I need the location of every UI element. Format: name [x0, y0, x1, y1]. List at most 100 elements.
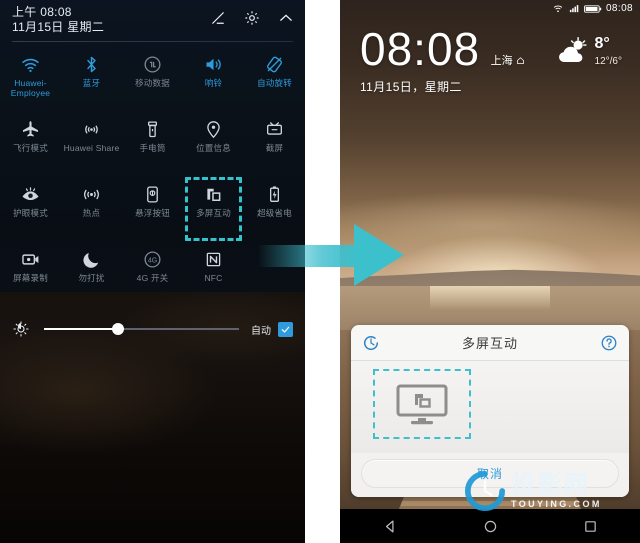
tile-label: 飞行模式	[13, 143, 48, 153]
tile-eye-comfort[interactable]: 护眼模式	[0, 178, 61, 231]
home-city-icon	[516, 57, 524, 64]
tile-mirrorshare[interactable]: 多屏互动	[183, 177, 244, 241]
lockscreen-time: 08:08	[360, 23, 481, 75]
ringer-icon	[206, 58, 221, 71]
tile-label: 手电筒	[139, 143, 166, 153]
tile-row: Huawei-Employee 蓝牙 移动数据 响铃 自动旋转	[0, 48, 305, 101]
tile-wifi[interactable]: Huawei-Employee	[0, 48, 61, 101]
nav-home-icon[interactable]	[482, 518, 499, 535]
device-slot[interactable]	[373, 369, 471, 439]
tile-screen-record[interactable]: 屏幕录制	[0, 243, 61, 296]
tile-auto-rotate[interactable]: 自动旋转	[244, 48, 305, 101]
city-name: 上海	[490, 55, 513, 67]
tile-nfc[interactable]: NFC	[183, 243, 244, 296]
mirrorshare-icon	[207, 188, 221, 202]
status-bar: 08:08	[340, 0, 640, 17]
tile-label: 4G 开关	[136, 273, 169, 283]
weather-temperature: 8°	[594, 35, 610, 52]
watermark-cn: 投影网	[511, 471, 590, 499]
tile-floating-dock[interactable]: 悬浮按钮	[122, 178, 183, 231]
tile-label: 移动数据	[135, 78, 170, 88]
auto-brightness-checkbox[interactable]	[278, 321, 293, 337]
flashlight-icon	[147, 121, 158, 138]
tile-label: 护眼模式	[13, 208, 48, 218]
chevron-up-icon[interactable]	[277, 9, 295, 27]
tile-hotspot[interactable]: 热点	[61, 178, 122, 231]
tile-label: 截屏	[265, 143, 284, 153]
help-question-icon[interactable]	[600, 334, 618, 352]
tile-label: Huawei Share	[63, 143, 120, 153]
status-time: 08:08	[605, 3, 633, 14]
refresh-scan-icon[interactable]	[362, 334, 380, 352]
svg-text:4G: 4G	[148, 257, 157, 264]
do-not-disturb-icon	[83, 253, 99, 268]
tile-4g-switch[interactable]: 4G 4G 开关	[122, 243, 183, 296]
slider-fill	[44, 328, 119, 330]
arrow-tail	[258, 245, 362, 267]
dialog-body	[351, 361, 629, 453]
lockscreen-weather[interactable]: 8° 12°/6°	[556, 36, 622, 67]
nfc-icon	[206, 252, 221, 267]
wifi-icon	[22, 58, 39, 73]
bluetooth-icon	[87, 56, 96, 73]
tile-label: 悬浮按钮	[135, 208, 170, 218]
tile-label: 自动旋转	[257, 78, 292, 88]
tile-label: 多屏互动	[196, 208, 231, 218]
four-g-icon: 4G	[144, 251, 161, 268]
tile-huawei-share[interactable]: Huawei Share	[61, 113, 122, 166]
battery-icon	[584, 4, 602, 13]
brightness-row: 自动	[0, 310, 305, 348]
arrow-head	[354, 224, 404, 286]
watermark: 投影网 TOUYING.COM	[464, 470, 602, 512]
weather-range: 12°/6°	[594, 56, 622, 67]
ring-logo-icon	[464, 470, 506, 512]
signal-icon	[569, 5, 579, 13]
edit-icon[interactable]	[209, 9, 227, 27]
watermark-text: 投影网 TOUYING.COM	[511, 473, 602, 509]
tile-flashlight[interactable]: 手电筒	[122, 113, 183, 166]
mobile-data-icon	[144, 56, 161, 73]
lockscreen-clock: 08:08 上海 11月15日，星期二	[360, 26, 525, 95]
shade-header-icons	[209, 5, 295, 27]
nav-back-icon[interactable]	[382, 518, 399, 535]
watermark-en: TOUYING.COM	[511, 499, 602, 509]
tile-row: 飞行模式 Huawei Share 手电筒 位置信息 截屏	[0, 113, 305, 166]
tile-mobile-data[interactable]: 移动数据	[122, 48, 183, 101]
hotspot-icon	[84, 189, 99, 200]
airplane-icon	[22, 121, 39, 137]
tile-location[interactable]: 位置信息	[183, 113, 244, 166]
shade-time: 上午 08:08	[12, 5, 72, 19]
eye-comfort-icon	[22, 187, 39, 201]
tile-label: 位置信息	[196, 143, 231, 153]
battery-saver-icon	[269, 186, 280, 202]
shade-clock: 上午 08:08 11月15日 星期二	[12, 5, 104, 35]
nav-recents-icon[interactable]	[582, 518, 599, 535]
partly-cloudy-icon	[558, 37, 587, 63]
shade-date: 11月15日 星期二	[12, 20, 105, 34]
monitor-cast-icon	[396, 384, 448, 425]
lockscreen-date: 11月15日，星期二	[360, 80, 462, 94]
auto-rotate-icon	[267, 56, 282, 73]
tile-label: 超级省电	[257, 208, 292, 218]
tile-do-not-disturb[interactable]: 勿打扰	[61, 243, 122, 296]
brightness-slider[interactable]	[44, 320, 239, 338]
tile-airplane-mode[interactable]: 飞行模式	[0, 113, 61, 166]
floating-dock-icon	[147, 186, 158, 203]
tile-label: Huawei-Employee	[10, 78, 51, 98]
tile-ringer[interactable]: 响铃	[183, 48, 244, 101]
dialog-title: 多屏互动	[461, 336, 518, 351]
tile-screenshot[interactable]: 截屏	[244, 113, 305, 166]
settings-gear-icon[interactable]	[243, 9, 261, 27]
huawei-share-icon	[85, 125, 98, 134]
check-icon	[281, 326, 290, 333]
auto-brightness-label: 自动	[251, 325, 271, 337]
tile-label: NFC	[204, 273, 223, 283]
tile-label: 热点	[82, 208, 101, 218]
tile-label: 屏幕录制	[13, 273, 48, 283]
brightness-sun-icon	[13, 321, 29, 337]
slider-knob[interactable]	[112, 323, 125, 335]
screenshot-stage: 上午 08:08 11月15日 星期二 Huawei-Employee 蓝牙 移…	[0, 0, 640, 543]
tile-label: 响铃	[204, 78, 223, 88]
tile-bluetooth[interactable]: 蓝牙	[61, 48, 122, 101]
flow-arrow	[258, 224, 408, 286]
